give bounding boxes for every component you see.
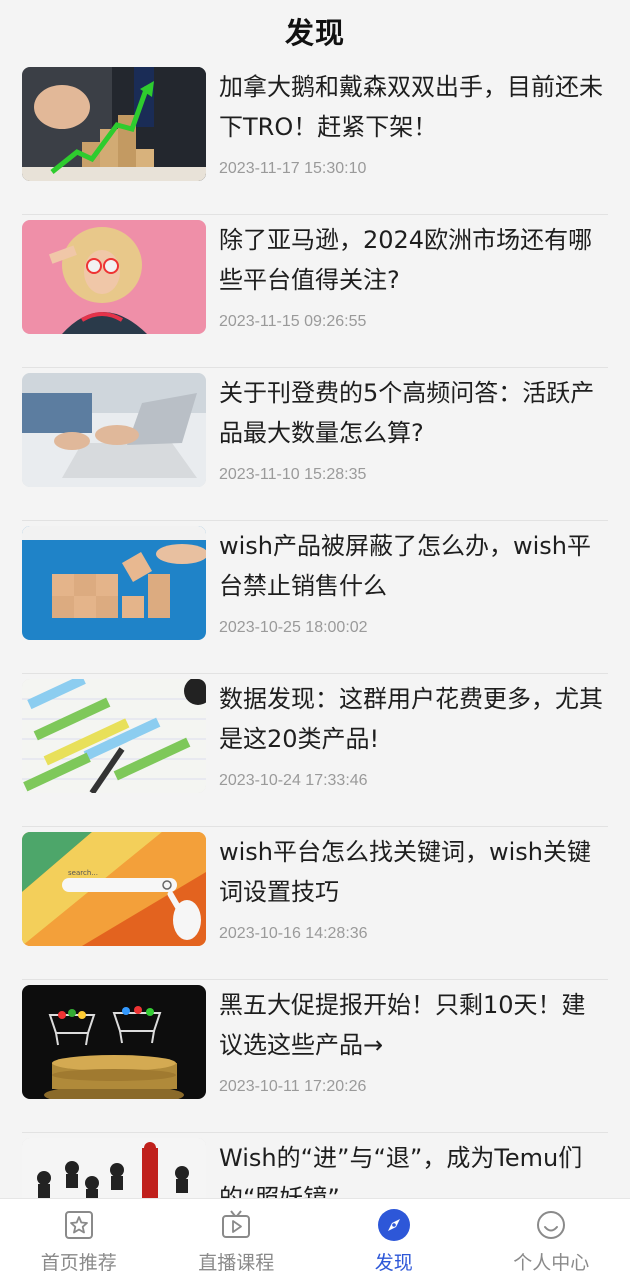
article-item[interactable]: search... wish平台怎么找关键词，wish关键词设置技巧 2023-… <box>22 827 608 980</box>
article-title[interactable]: Wish的“进”与“退”，成为Temu们的“照妖镜” <box>219 1138 608 1198</box>
smile-face-icon <box>534 1208 568 1242</box>
tab-profile[interactable]: 个人中心 <box>473 1199 630 1280</box>
article-date: 2023-10-16 14:28:36 <box>219 925 368 942</box>
article-thumbnail[interactable] <box>22 373 206 487</box>
article-title[interactable]: wish产品被屏蔽了怎么办，wish平台禁止销售什么 <box>219 526 608 606</box>
article-item[interactable]: 加拿大鹅和戴森双双出手，目前还未下TRO！赶紧下架！ 2023-11-17 15… <box>22 62 608 215</box>
tab-label: 发现 <box>374 1252 413 1274</box>
article-thumbnail[interactable] <box>22 1138 206 1198</box>
article-date: 2023-11-15 09:26:55 <box>219 313 367 330</box>
article-date: 2023-11-10 15:28:35 <box>219 466 367 483</box>
article-item[interactable]: 除了亚马逊，2024欧洲市场还有哪些平台值得关注? 2023-11-15 09:… <box>22 215 608 368</box>
article-list[interactable]: 加拿大鹅和戴森双双出手，目前还未下TRO！赶紧下架！ 2023-11-17 15… <box>0 62 630 1198</box>
bottom-tab-bar: 首页推荐 直播课程 发现 个人中心 <box>0 1198 630 1280</box>
article-thumbnail[interactable] <box>22 679 206 793</box>
article-thumbnail[interactable] <box>22 220 206 334</box>
header: 发现 <box>0 0 630 62</box>
star-square-icon <box>62 1208 96 1242</box>
tab-label: 直播课程 <box>198 1252 275 1274</box>
article-date: 2023-10-11 17:20:26 <box>219 1078 367 1095</box>
article-date: 2023-10-25 18:00:02 <box>219 619 368 636</box>
tab-home-recommend[interactable]: 首页推荐 <box>0 1199 158 1280</box>
tab-live-courses[interactable]: 直播课程 <box>158 1199 316 1280</box>
article-title[interactable]: 数据发现：这群用户花费更多，尤其是这20类产品! <box>219 679 608 759</box>
page-title: 发现 <box>284 16 345 50</box>
discover-screen: 发现 加拿大鹅和戴森双双出手，目前还未下TRO！赶紧下架！ 2023-11-17… <box>0 0 630 1280</box>
tab-label: 个人中心 <box>513 1252 590 1274</box>
article-thumbnail[interactable]: search... <box>22 832 206 946</box>
article-thumbnail[interactable] <box>22 985 206 1099</box>
article-item[interactable]: 关于刊登费的5个高频问答：活跃产品最大数量怎么算? 2023-11-10 15:… <box>22 368 608 521</box>
article-title[interactable]: 除了亚马逊，2024欧洲市场还有哪些平台值得关注? <box>219 220 608 300</box>
article-item[interactable]: 数据发现：这群用户花费更多，尤其是这20类产品! 2023-10-24 17:3… <box>22 674 608 827</box>
article-item[interactable]: Wish的“进”与“退”，成为Temu们的“照妖镜” <box>22 1133 608 1198</box>
article-title[interactable]: 黑五大促提报开始！只剩10天！建议选这些产品→ <box>219 985 608 1065</box>
tab-label: 首页推荐 <box>40 1252 117 1274</box>
article-date: 2023-11-17 15:30:10 <box>219 160 367 177</box>
article-item[interactable]: 黑五大促提报开始！只剩10天！建议选这些产品→ 2023-10-11 17:20… <box>22 980 608 1133</box>
article-title[interactable]: 关于刊登费的5个高频问答：活跃产品最大数量怎么算? <box>219 373 608 453</box>
article-thumbnail[interactable] <box>22 67 206 181</box>
article-title[interactable]: 加拿大鹅和戴森双双出手，目前还未下TRO！赶紧下架！ <box>219 67 608 147</box>
svg-text:search...: search... <box>68 869 98 877</box>
article-date: 2023-10-24 17:33:46 <box>219 772 368 789</box>
compass-icon <box>377 1208 411 1242</box>
article-item[interactable]: wish产品被屏蔽了怎么办，wish平台禁止销售什么 2023-10-25 18… <box>22 521 608 674</box>
tab-discover[interactable]: 发现 <box>315 1199 473 1280</box>
tv-play-icon <box>219 1208 253 1242</box>
article-thumbnail[interactable] <box>22 526 206 640</box>
article-title[interactable]: wish平台怎么找关键词，wish关键词设置技巧 <box>219 832 608 912</box>
